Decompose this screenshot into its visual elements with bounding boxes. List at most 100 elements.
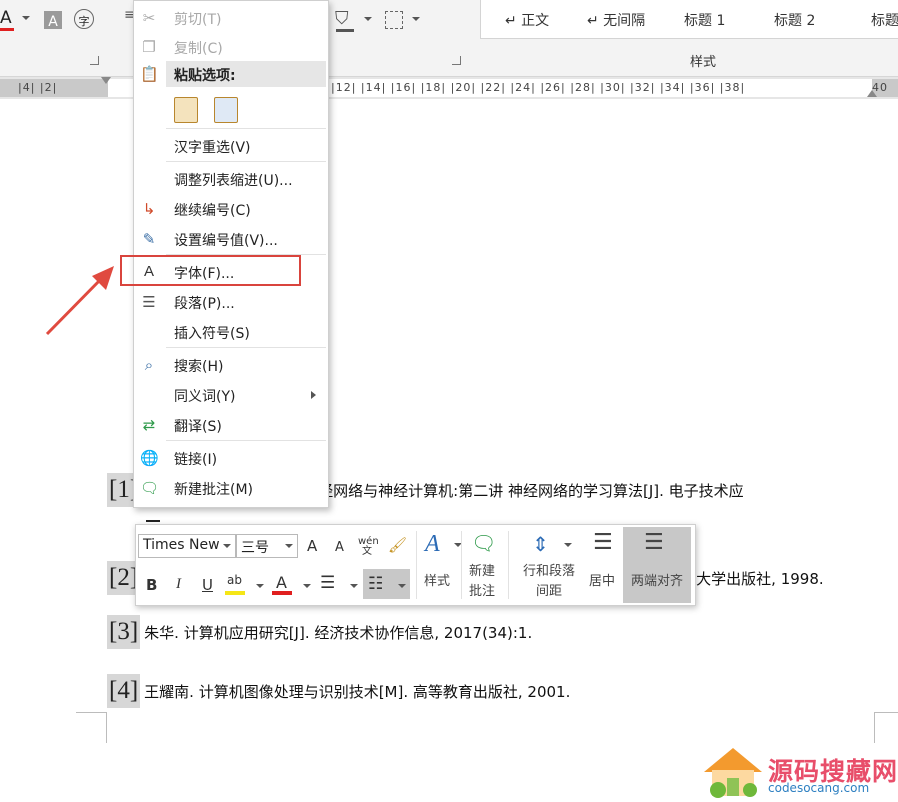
menu-item-new-comment[interactable]: 🗨 新建批注(M) [134,473,328,503]
menu-item-continue-numbering[interactable]: ↳ 继续编号(C) [134,194,328,224]
menu-item-cut[interactable]: ✂ 剪切(T) [134,3,328,33]
reference-number: [4] [107,674,141,708]
reference-text: 朱华. 计算机应用研究[J]. 经济技术协作信息, 2017(34):1. [144,623,533,642]
line-spacing-label-2[interactable]: 间距 [514,582,584,602]
font-color-icon: A [0,8,12,28]
comment-icon: 🗨 [140,479,160,497]
center-align-icon[interactable]: ☰ [593,530,613,555]
style-normal[interactable]: ↵ 正文 [505,10,549,30]
menu-item-link[interactable]: 🌐 链接(I) [134,443,328,473]
underline-button[interactable]: U [202,576,213,594]
enclose-characters-button[interactable]: 字 [74,9,94,29]
ruler-left-marks: |4| |2| [18,81,58,94]
font-color-dropdown[interactable] [22,16,30,20]
reference-number: [3] [107,615,141,649]
line-spacing-dropdown[interactable] [564,543,572,547]
reference-item-3[interactable]: [3] 朱华. 计算机应用研究[J]. 经济技术协作信息, 2017(34):1… [107,614,532,650]
copy-icon: ❐ [142,38,156,56]
scissors-icon: ✂ [142,9,156,27]
grow-font-button[interactable]: A [307,537,317,555]
font-color-mini-dropdown[interactable] [303,584,311,588]
justify-label: 两端对齐 [630,574,683,589]
style-heading-3[interactable]: 标题 [871,10,898,30]
line-spacing-label-1[interactable]: 行和段落 [514,562,584,582]
chevron-down-icon [223,544,231,548]
shading-dropdown[interactable] [364,17,372,21]
enclose-characters-icon: 字 [78,15,90,28]
character-shading-icon: A [48,14,58,30]
new-comment-label-1[interactable]: 新建 [464,562,500,582]
menu-item-adjust-list-indent[interactable]: 调整列表缩进(U)... [134,164,328,194]
center-label[interactable]: 居中 [584,572,620,592]
borders-icon[interactable] [385,11,403,29]
watermark-url: codesocang.com [768,781,870,795]
menu-item-reconvert[interactable]: 汉字重选(V) [134,131,328,161]
mini-toolbar: Times New 三号 A A wén文 🖌 B I U ab A ☰ ☷ A… [135,524,696,606]
chevron-down-icon [285,544,293,548]
ruler-marks: |12| |14| |16| |18| |20| |22| |24| |26| … [331,81,746,94]
styles-gallery: ↵ 正文 ↵ 无间隔 标题 1 标题 2 标题 [480,0,898,39]
shading-bucket-icon[interactable]: ⛉ [335,8,349,29]
menu-item-search[interactable]: ⌕ 搜索(H) [134,350,328,380]
reference-text: 王耀南. 计算机图像处理与识别技术[M]. 高等教育出版社, 2001. [144,682,571,701]
search-icon: ⌕ [144,356,154,374]
watermark-house-icon [704,748,762,798]
continue-numbering-icon: ↳ [142,200,156,218]
bullets-dropdown[interactable] [350,584,358,588]
menu-item-paragraph[interactable]: ☰ 段落(P)... [134,287,328,317]
indent-marker-icon[interactable] [101,77,111,84]
menu-item-copy[interactable]: ❐ 复制(C) [134,32,328,62]
font-color-button[interactable]: A [0,8,16,34]
menu-item-insert-symbol[interactable]: 插入符号(S) [134,317,328,347]
paragraph-dialog-launcher-icon[interactable] [452,56,461,65]
reference-text: 大学出版社, 1998. [696,569,824,588]
new-comment-label-2[interactable]: 批注 [464,582,500,602]
paste-options-label: 📋 粘贴选项: [140,65,236,84]
styles-group-label: 样式 [690,55,717,70]
new-comment-icon[interactable]: 🗨 [471,531,496,555]
text-fragment [146,520,160,522]
shrink-font-button[interactable]: A [335,540,344,555]
reference-text: 经网络与神经计算机:第二讲 神经网络的学习算法[J]. 电子技术应 [318,481,744,500]
justify-icon: ☰ [644,530,664,555]
menu-item-synonyms[interactable]: 同义词(Y) [134,380,328,410]
shading-bar [336,29,354,32]
menu-item-set-numbering-value[interactable]: ✎ 设置编号值(V)... [134,224,328,254]
borders-dropdown[interactable] [412,17,420,21]
style-no-spacing[interactable]: ↵ 无间隔 [587,10,645,30]
right-indent-marker-icon[interactable] [867,90,877,97]
phonetic-guide-button[interactable]: wén文 [358,537,379,557]
bullets-icon[interactable]: ☰ [320,573,335,593]
translate-icon: ⇄ [142,416,156,434]
character-shading-button[interactable]: A [44,11,62,30]
font-dialog-launcher-icon[interactable] [90,56,99,65]
numbering-dropdown[interactable] [398,584,406,588]
style-heading-1[interactable]: 标题 1 [684,10,725,30]
highlight-color-button[interactable]: ab [225,571,247,597]
font-color-mini-button[interactable]: A [272,571,294,597]
styles-icon[interactable]: A [425,531,440,558]
font-item-highlight-box [120,255,301,286]
styles-button-label[interactable]: 样式 [422,572,452,592]
clipboard-icon: 📋 [140,65,159,83]
paragraph-icon: ☰ [142,293,156,311]
font-name-combo[interactable]: Times New [138,534,236,558]
menu-item-translate[interactable]: ⇄ 翻译(S) [134,410,328,440]
context-menu: ✂ 剪切(T) ❐ 复制(C) 📋 粘贴选项: 汉字重选(V) 调整列表缩进(U… [133,0,329,508]
numbering-icon: ☷ [368,574,384,594]
font-size-combo[interactable]: 三号 [236,534,298,558]
submenu-arrow-icon [311,391,316,399]
line-spacing-icon[interactable]: ⇕ [532,532,549,556]
bold-button[interactable]: B [146,576,157,594]
style-heading-2[interactable]: 标题 2 [774,10,815,30]
reference-item-4[interactable]: [4] 王耀南. 计算机图像处理与识别技术[M]. 高等教育出版社, 2001. [107,673,570,709]
italic-button[interactable]: I [176,576,181,593]
link-globe-icon: 🌐 [140,449,159,467]
margin-corner-left [76,712,107,743]
margin-corner-right [874,712,898,743]
format-painter-icon[interactable]: 🖌 [388,536,407,554]
highlight-dropdown[interactable] [256,584,264,588]
annotation-arrow-icon [45,266,114,336]
paste-picture-icon[interactable] [214,97,238,123]
paste-keep-formatting-icon[interactable] [174,97,198,123]
